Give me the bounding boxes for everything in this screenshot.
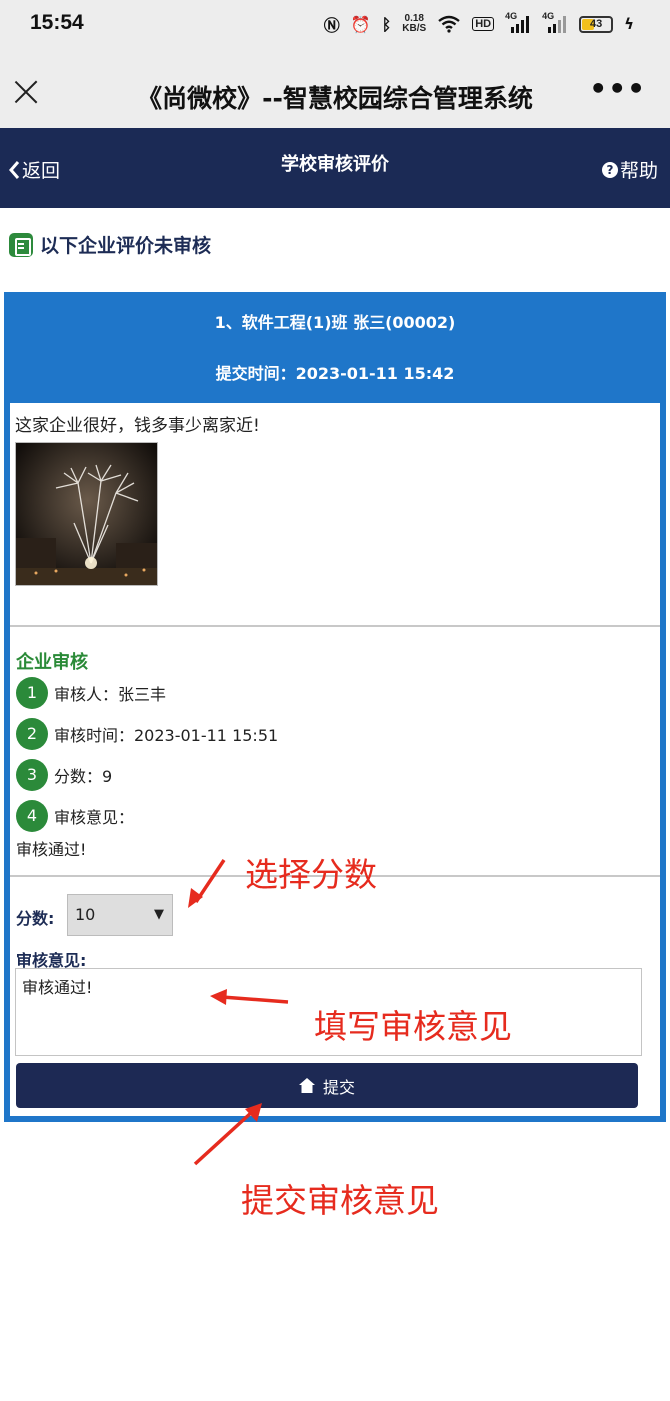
- company-review-title: 企业审核: [16, 652, 88, 673]
- nfc-icon: Ⓝ: [323, 16, 340, 35]
- section-heading-text: 以下企业评价未审核: [40, 235, 212, 257]
- score-select-value: 10: [75, 905, 96, 924]
- review-score-text: 分数：9: [54, 767, 113, 786]
- status-icons: Ⓝ ⏰ ᛒ 0.18 KB/S HD 4G 4G 43 ϟ: [323, 11, 634, 36]
- dropdown-arrow-icon: ▼: [154, 907, 164, 922]
- hd-icon: HD: [472, 17, 495, 31]
- review-opinion-label: 审核意见：: [54, 808, 135, 827]
- alarm-icon: ⏰: [350, 14, 371, 34]
- submit-button[interactable]: 提交: [16, 1063, 638, 1108]
- help-label: 帮助: [619, 160, 658, 182]
- annotation-submit-opinion: 提交审核意见: [241, 1181, 439, 1220]
- nav-title: 学校审核评价: [281, 154, 389, 175]
- help-button[interactable]: ? 帮助: [601, 156, 658, 183]
- browser-title-bar: 《尚微校》--智慧校园综合管理系统 •••: [0, 48, 670, 128]
- evaluation-text: 这家企业很好，钱多事少离家近!: [15, 416, 260, 436]
- document-icon: [9, 232, 33, 257]
- page-title: 《尚微校》--智慧校园综合管理系统: [137, 84, 533, 113]
- battery-icon: 43: [579, 15, 614, 33]
- reviewer-text: 审核人：张三丰: [54, 685, 167, 704]
- help-icon: ?: [601, 161, 618, 178]
- status-time: 15:54: [30, 11, 84, 34]
- section-heading: 以下企业评价未审核: [9, 231, 211, 258]
- annotation-fill-opinion: 填写审核意见: [314, 1007, 512, 1046]
- signal-icon-1: 4G: [505, 11, 531, 33]
- review-time-text: 审核时间：2023-01-11 15:51: [54, 726, 279, 745]
- home-icon: [298, 1078, 315, 1093]
- review-item: 3 分数：9: [16, 759, 112, 791]
- wifi-icon: [438, 15, 460, 33]
- charging-icon: ϟ: [624, 15, 634, 33]
- number-badge: 2: [16, 718, 48, 750]
- more-icon[interactable]: •••: [589, 75, 646, 103]
- annotation-select-score: 选择分数: [245, 855, 377, 894]
- submit-label: 提交: [322, 1077, 355, 1097]
- evaluation-card: 1、软件工程(1)班 张三(00002) 提交时间：2023-01-11 15:…: [4, 292, 666, 1122]
- company-opinion-text: 审核通过!: [16, 840, 87, 859]
- net-speed: 0.18 KB/S: [402, 14, 426, 34]
- nav-bar: 返回 学校审核评价 ? 帮助: [0, 128, 670, 208]
- divider: [10, 625, 660, 627]
- number-badge: 4: [16, 800, 48, 832]
- number-badge: 3: [16, 759, 48, 791]
- score-select[interactable]: 10 ▼: [67, 894, 173, 936]
- score-label: 分数:: [16, 909, 55, 928]
- signal-icon-2: 4G: [542, 11, 568, 33]
- review-item: 1 审核人：张三丰: [16, 677, 166, 709]
- status-bar: 15:54 Ⓝ ⏰ ᛒ 0.18 KB/S HD 4G 4G 43 ϟ: [0, 0, 670, 48]
- number-badge: 1: [16, 677, 48, 709]
- review-item: 2 审核时间：2023-01-11 15:51: [16, 718, 278, 750]
- fireworks-photo[interactable]: [15, 442, 158, 586]
- submit-time: 提交时间：2023-01-11 15:42: [215, 364, 455, 383]
- bluetooth-icon: ᛒ: [381, 14, 392, 34]
- net-speed-unit: KB/S: [402, 23, 427, 34]
- review-item: 4 审核意见：: [16, 800, 134, 832]
- student-header: 1、软件工程(1)班 张三(00002): [214, 313, 456, 332]
